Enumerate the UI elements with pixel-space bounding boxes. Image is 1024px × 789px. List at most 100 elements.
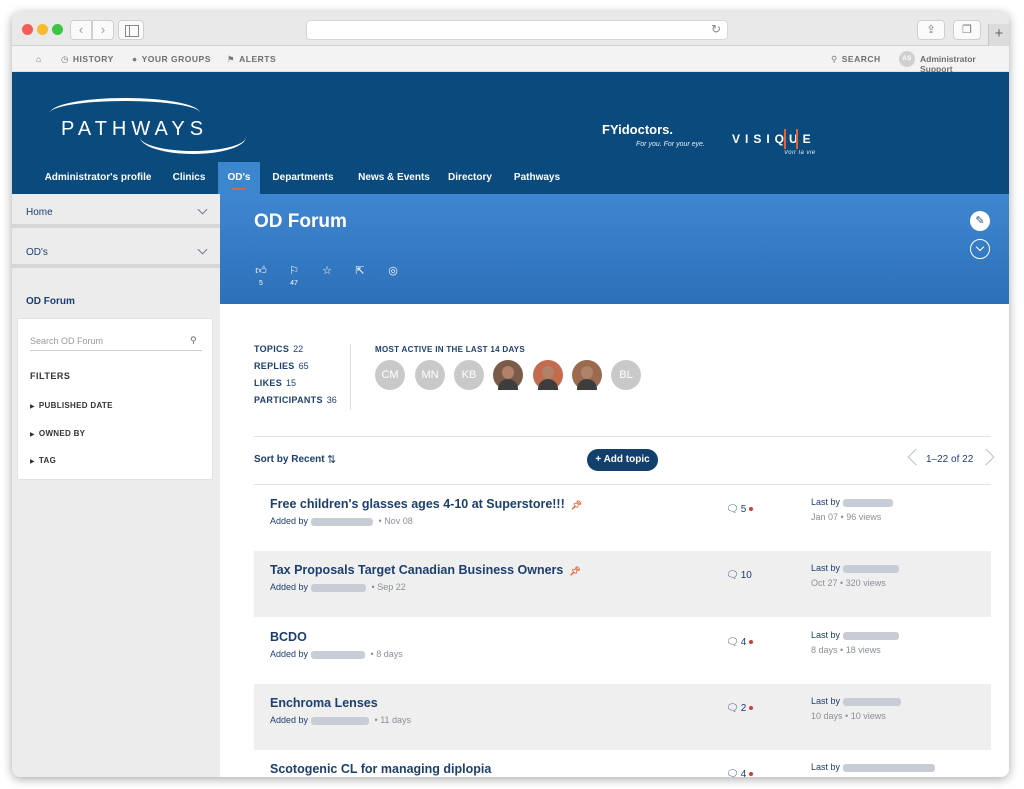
- nav-administrators-profile[interactable]: Administrator's profile: [36, 162, 160, 194]
- reply-count-value: 10: [740, 570, 752, 581]
- favorite-button[interactable]: ☆: [315, 264, 339, 277]
- avatar[interactable]: BL: [611, 360, 641, 390]
- filter-label: PUBLISHED DATE: [38, 401, 113, 410]
- minimize-window-button[interactable]: [37, 24, 48, 35]
- avatar-photo[interactable]: [572, 360, 602, 390]
- user-menu[interactable]: Administrator Support: [920, 54, 1009, 74]
- caret-right-icon: ▶: [30, 432, 35, 438]
- topic-row[interactable]: Enchroma Lenses Added by • 11 days 🗨︎ 2 L…: [254, 684, 991, 750]
- sort-icon[interactable]: ⇅: [327, 453, 336, 466]
- share-forum-button[interactable]: ⇱: [348, 264, 372, 277]
- filters-heading: FILTERS: [30, 371, 71, 381]
- next-page-icon[interactable]: [977, 448, 995, 466]
- search-link[interactable]: ⚲ SEARCH: [831, 54, 881, 65]
- nav-directory[interactable]: Directory: [442, 162, 498, 194]
- added-by-label: Added by: [270, 516, 309, 526]
- address-bar[interactable]: ↻: [306, 20, 728, 40]
- search-icon[interactable]: ⚲: [190, 335, 197, 346]
- history-label: HISTORY: [72, 54, 114, 64]
- unread-indicator: [749, 706, 754, 711]
- topic-meta: Jan 07 • 96 views: [811, 512, 882, 522]
- alerts-link[interactable]: ⚑ ALERTS: [227, 54, 276, 65]
- redacted-name: [311, 650, 366, 659]
- topic-meta: 8 days • 18 views: [811, 645, 881, 655]
- most-active-heading: MOST ACTIVE IN THE LAST 14 DAYS: [375, 345, 526, 354]
- reply-count[interactable]: 🗨︎ 2: [726, 703, 754, 714]
- topic-title-link[interactable]: Tax Proposals Target Canadian Business O…: [270, 563, 581, 577]
- reply-count-value: 4: [740, 637, 747, 648]
- left-sidebar: Home OD's OD Forum ⚲ FILTERS ▶PUBLISHED …: [12, 194, 220, 777]
- filter-owned-by[interactable]: ▶ OWNED BY: [30, 429, 85, 438]
- stat-value: 36: [326, 395, 337, 405]
- filter-tag[interactable]: ▶ TAG: [30, 456, 56, 465]
- previous-page-icon[interactable]: [907, 448, 925, 466]
- last-by-label: Last by: [811, 497, 841, 507]
- your-groups-link[interactable]: ● YOUR GROUPS: [132, 54, 211, 64]
- sidebar-current-page[interactable]: OD Forum: [26, 296, 75, 307]
- topic-title-link[interactable]: BCDO: [270, 630, 307, 644]
- topic-row[interactable]: Tax Proposals Target Canadian Business O…: [254, 551, 991, 617]
- stats-divider: [350, 344, 351, 410]
- add-topic-button[interactable]: + Add topic: [587, 449, 658, 471]
- topic-row[interactable]: Scotogenic CL for managing diplopia 🗨︎ 4 …: [254, 750, 991, 777]
- history-link[interactable]: ◷ HISTORY: [61, 54, 114, 65]
- nav-clinics[interactable]: Clinics: [164, 162, 214, 194]
- new-tab-button[interactable]: +: [988, 24, 1009, 46]
- reply-count[interactable]: 🗨︎ 5: [726, 504, 754, 515]
- chevron-down-icon[interactable]: [197, 244, 208, 255]
- topic-title-link[interactable]: Enchroma Lenses: [270, 696, 378, 710]
- sidebar-item-ods[interactable]: OD's: [12, 234, 220, 268]
- reply-count[interactable]: 🗨︎ 4: [726, 637, 754, 648]
- flag-button[interactable]: ⚐ 47: [282, 264, 306, 287]
- sidebar-toggle-button[interactable]: [118, 20, 144, 40]
- reload-icon[interactable]: ↻: [711, 22, 721, 36]
- last-by-label: Last by: [811, 696, 841, 706]
- nav-pathways[interactable]: Pathways: [508, 162, 566, 194]
- avatar[interactable]: KB: [454, 360, 484, 390]
- last-date: 8 days: [811, 645, 838, 655]
- redacted-name: [843, 498, 894, 507]
- share-button[interactable]: ⇪: [917, 20, 945, 40]
- reply-count[interactable]: 🗨︎ 4: [726, 769, 754, 777]
- expand-chevron-icon[interactable]: [970, 239, 990, 259]
- user-avatar[interactable]: AS: [899, 51, 915, 67]
- avatar[interactable]: CM: [375, 360, 405, 390]
- topic-row[interactable]: BCDO Added by • 8 days 🗨︎ 4 Last by 8 day…: [254, 618, 991, 684]
- nav-ods[interactable]: OD's: [218, 162, 260, 194]
- flag-icon: ⚐: [289, 265, 299, 277]
- stat-value: 22: [293, 344, 304, 354]
- forward-button[interactable]: ›: [92, 20, 114, 40]
- close-window-button[interactable]: [22, 24, 33, 35]
- topic-title-link[interactable]: Scotogenic CL for managing diplopia: [270, 762, 491, 776]
- add-topic-label: Add topic: [603, 454, 650, 465]
- unread-indicator: [749, 507, 754, 512]
- comment-icon: 🗨︎: [726, 769, 739, 777]
- topic-row[interactable]: Free children's glasses ages 4-10 at Sup…: [254, 485, 991, 551]
- sort-dropdown[interactable]: Sort by Recent: [254, 454, 325, 465]
- back-button[interactable]: ‹: [70, 20, 92, 40]
- reply-count[interactable]: 🗨︎ 10: [726, 570, 752, 581]
- avatar-photo[interactable]: [493, 360, 523, 390]
- user-icon: ●: [132, 54, 138, 64]
- separator: •: [376, 516, 385, 526]
- filter-published-date[interactable]: ▶ PUBLISHED DATE: [30, 401, 113, 410]
- topic-author: Added by • Sep 22: [270, 582, 406, 592]
- unread-indicator: [749, 640, 754, 645]
- stat-topics: TOPICS 22: [254, 344, 337, 361]
- chevron-down-icon[interactable]: [197, 204, 208, 215]
- avatar-photo[interactable]: [533, 360, 563, 390]
- like-button[interactable]: 👍︎ 5: [249, 264, 273, 287]
- language-button[interactable]: ◎: [381, 264, 405, 277]
- forum-search-input[interactable]: [30, 331, 202, 351]
- edit-icon[interactable]: ✎: [970, 211, 990, 231]
- tabs-button[interactable]: ❐: [953, 20, 981, 40]
- zoom-window-button[interactable]: [52, 24, 63, 35]
- last-reply: Last by: [811, 696, 904, 706]
- avatar[interactable]: MN: [415, 360, 445, 390]
- fyidoctors-tagline: For you. For your eye.: [636, 141, 705, 148]
- home-icon[interactable]: ⌂: [36, 54, 42, 64]
- topic-title-link[interactable]: Free children's glasses ages 4-10 at Sup…: [270, 497, 582, 511]
- sidebar-item-home[interactable]: Home: [12, 194, 220, 228]
- nav-departments[interactable]: Departments: [266, 162, 340, 194]
- nav-news-events[interactable]: News & Events: [349, 162, 439, 194]
